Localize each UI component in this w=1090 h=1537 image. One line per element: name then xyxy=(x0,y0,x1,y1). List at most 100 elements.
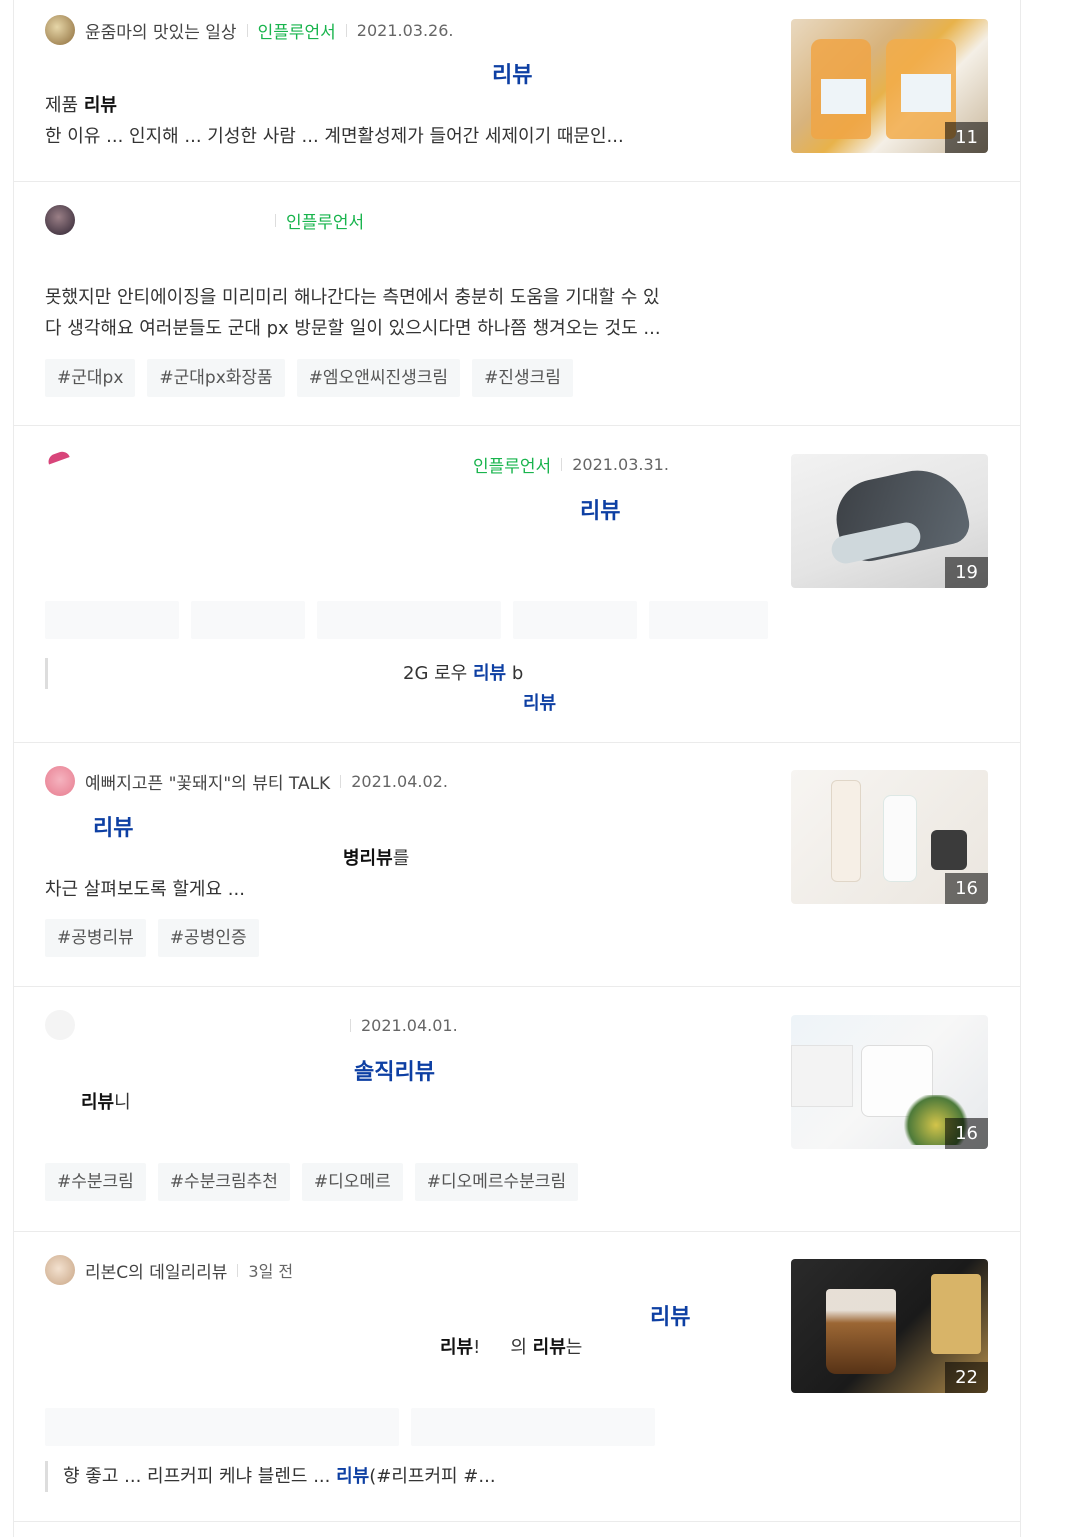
desc-highlight: 병리뷰 xyxy=(343,848,393,869)
post-date: 2021.03.26. xyxy=(356,20,454,40)
divider xyxy=(345,23,347,37)
hashtag[interactable] xyxy=(649,601,768,639)
post-thumbnail[interactable]: 16 xyxy=(791,770,988,904)
hashtag[interactable]: #수분크림추천 xyxy=(157,1163,290,1201)
post-thumbnail[interactable]: 22 xyxy=(791,1259,988,1393)
desc-text: 는 xyxy=(565,1337,583,1358)
image-count: 16 xyxy=(945,1118,988,1149)
blog-name[interactable]: 예뻐지고픈 "꽃돼지"의 뷰티 TALK xyxy=(85,769,330,794)
post-meta: 인플루언서 xyxy=(45,205,364,235)
hashtag[interactable]: #군대px xyxy=(45,359,136,397)
image-count: 16 xyxy=(945,873,988,904)
desc-highlight: 리뷰 xyxy=(83,95,117,116)
post-card[interactable]: 예뻐지고픈 "꽃돼지"의 뷰티 TALK 2021.04.02. 리뷰 병리뷰를… xyxy=(14,742,1020,987)
desc-highlight: 리뷰 xyxy=(532,1337,566,1358)
post-desc: 병리뷰를 차근 살펴보도록 할게요 ... xyxy=(45,843,757,905)
hashtag[interactable]: #디오메르수분크림 xyxy=(414,1163,579,1201)
search-results-list: 윤줌마의 맛있는 일상 인플루언서 2021.03.26. 리뷰 제품 리뷰 한… xyxy=(13,0,1021,1537)
post-title[interactable]: 리뷰 xyxy=(492,57,532,89)
tag-list xyxy=(45,601,780,639)
blog-name[interactable]: 윤줌마의 맛있는 일상 xyxy=(85,18,237,43)
post-card[interactable]: 윤줌마의 맛있는 일상 인플루언서 2021.03.26. 리뷰 제품 리뷰 한… xyxy=(14,0,1020,182)
hashtag[interactable] xyxy=(513,601,637,639)
hashtag[interactable] xyxy=(45,601,179,639)
post-desc: 리뷰니 xyxy=(45,1087,757,1118)
hashtag[interactable]: #공병리뷰 xyxy=(45,919,146,957)
post-date: 2021.04.01. xyxy=(361,1015,458,1035)
post-date: 3일 전 xyxy=(248,1262,294,1281)
tag-list: #수분크림 #수분크림추천 #디오메르 #디오메르수분크림 xyxy=(45,1163,590,1201)
post-date: 2021.04.02. xyxy=(351,771,448,791)
desc-text: 를 xyxy=(392,848,410,869)
hashtag[interactable] xyxy=(191,601,305,639)
hashtag[interactable] xyxy=(411,1408,655,1446)
desc-text: ! xyxy=(473,1337,481,1358)
tag-list: #군대px #군대px화장품 #엠오앤씨진생크림 #진생크림 xyxy=(45,359,585,397)
divider xyxy=(561,457,563,471)
post-card[interactable]: 인플루언서 못했지만 안티에이징을 미리미리 해나간다는 측면에서 충분히 도움… xyxy=(14,181,1020,426)
desc-text: 니 xyxy=(114,1092,131,1113)
quote-text: 향 좋고 ... 리프커피 케냐 블렌드 ... xyxy=(63,1466,337,1487)
hashtag[interactable]: #진생크림 xyxy=(472,359,573,397)
desc-text: 한 이유 ... 인지해 ... 기성한 사람 ... 계면활성제가 들어간 세… xyxy=(45,126,624,147)
hashtag[interactable]: #군대px화장품 xyxy=(147,359,285,397)
desc-text: 차근 살펴보도록 할게요 ... xyxy=(45,879,245,900)
divider xyxy=(246,23,248,37)
desc-text: 다 생각해요 여러분들도 군대 px 방문할 일이 있으시다면 하나쯤 챙겨오는… xyxy=(45,318,661,339)
image-count: 11 xyxy=(945,122,988,153)
blog-avatar[interactable] xyxy=(45,449,75,479)
post-card[interactable]: 인플루언서 2021.03.31. 리뷰 2G 로우 리뷰 b 리뷰 19 xyxy=(14,425,1020,743)
divider xyxy=(340,774,342,788)
blog-avatar[interactable] xyxy=(45,1255,75,1285)
influencer-badge[interactable]: 인플루언서 xyxy=(473,452,551,477)
related-post-link[interactable]: 리뷰 xyxy=(45,688,556,719)
quote-text: b xyxy=(506,663,524,684)
desc-text: 의 xyxy=(510,1337,533,1358)
related-post-link[interactable]: 2G 로우 리뷰 b xyxy=(45,658,523,689)
blog-avatar[interactable] xyxy=(45,766,75,796)
image-count: 22 xyxy=(945,1362,988,1393)
post-desc: 제품 리뷰 한 이유 ... 인지해 ... 기성한 사람 ... 계면활성제가… xyxy=(45,90,757,152)
divider xyxy=(275,213,276,227)
hashtag[interactable] xyxy=(317,601,501,639)
post-card[interactable]: 리본C의 데일리리뷰 3일 전 리뷰 리뷰! 의 리뷰는 향 좋고 ... 리프커… xyxy=(14,1231,1020,1522)
quote-highlight: 리뷰 xyxy=(472,663,507,684)
quote-text: 2G 로우 xyxy=(403,663,473,684)
post-date: 2021.03.31. xyxy=(572,454,669,474)
desc-highlight: 리뷰 xyxy=(440,1337,474,1358)
hashtag[interactable]: #수분크림 xyxy=(45,1163,146,1201)
hashtag[interactable]: #공병인증 xyxy=(157,919,259,957)
post-meta: 예뻐지고픈 "꽃돼지"의 뷰티 TALK 2021.04.02. xyxy=(45,766,448,796)
hashtag[interactable] xyxy=(45,1408,399,1446)
tag-list xyxy=(45,1408,667,1446)
post-meta: 2021.04.01. xyxy=(45,1010,458,1040)
quote-text: (#리프커피 #... xyxy=(369,1466,496,1487)
post-title[interactable]: 리뷰 xyxy=(580,493,620,525)
post-card[interactable]: 2021.04.01. 솔직리뷰 리뷰니 #수분크림 #수분크림추천 #디오메르… xyxy=(14,986,1020,1232)
hashtag[interactable]: #엠오앤씨진생크림 xyxy=(296,359,461,397)
post-title[interactable]: 솔직리뷰 xyxy=(354,1054,435,1086)
blog-avatar[interactable] xyxy=(45,205,75,235)
tag-list: #공병리뷰 #공병인증 xyxy=(45,919,271,957)
post-desc: 못했지만 안티에이징을 미리미리 해나간다는 측면에서 충분히 도움을 기대할 … xyxy=(45,282,757,344)
post-meta: 윤줌마의 맛있는 일상 인플루언서 2021.03.26. xyxy=(45,15,453,45)
influencer-badge[interactable]: 인플루언서 xyxy=(258,18,336,43)
blog-avatar[interactable] xyxy=(45,1010,75,1040)
post-title[interactable]: 리뷰 xyxy=(650,1299,690,1331)
influencer-badge[interactable]: 인플루언서 xyxy=(286,208,364,233)
post-thumbnail[interactable]: 11 xyxy=(791,19,988,153)
blog-name[interactable]: 리본C의 데일리리뷰 xyxy=(85,1258,227,1283)
post-title[interactable]: 리뷰 xyxy=(93,810,133,842)
post-thumbnail[interactable]: 19 xyxy=(791,454,988,588)
related-post-link[interactable]: 향 좋고 ... 리프커피 케냐 블렌드 ... 리뷰(#리프커피 #... xyxy=(45,1461,496,1492)
divider xyxy=(237,1263,239,1277)
divider xyxy=(350,1018,351,1032)
post-meta: 인플루언서 2021.03.31. xyxy=(45,449,669,479)
hashtag[interactable]: #디오메르 xyxy=(301,1163,403,1201)
quote-highlight: 리뷰 xyxy=(336,1466,370,1487)
post-thumbnail[interactable]: 16 xyxy=(791,1015,988,1149)
image-count: 19 xyxy=(945,557,988,588)
desc-highlight: 리뷰 xyxy=(81,1092,115,1113)
quote-highlight: 리뷰 xyxy=(523,693,557,714)
blog-avatar[interactable] xyxy=(45,15,75,45)
